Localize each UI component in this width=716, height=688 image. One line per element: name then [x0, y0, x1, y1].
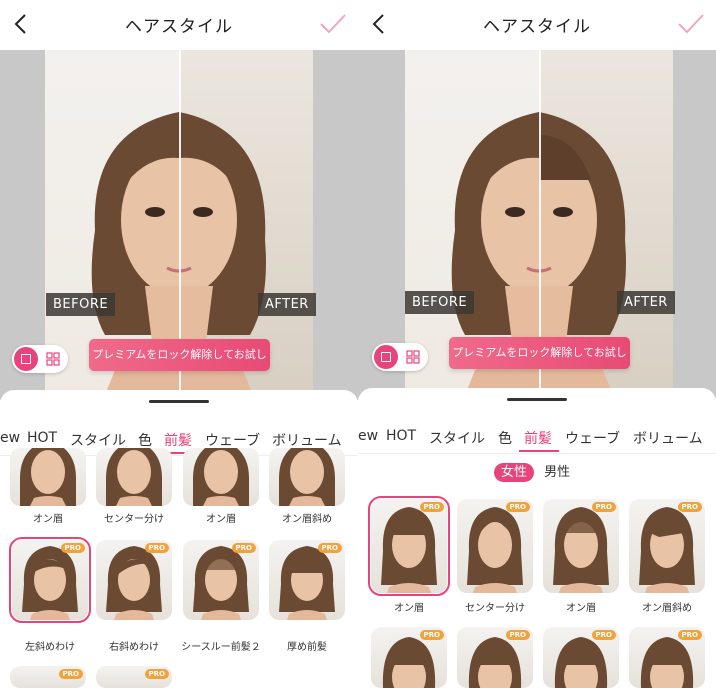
style-thumbnail[interactable]: PRO	[183, 540, 259, 620]
pro-badge: PRO	[144, 669, 169, 679]
style-thumbnail[interactable]	[269, 448, 345, 506]
pro-badge: PRO	[144, 543, 169, 553]
single-view-icon[interactable]	[14, 347, 38, 371]
style-thumbnail[interactable]: PRO	[543, 627, 619, 688]
pro-badge: PRO	[505, 502, 530, 512]
style-thumbnail-selected[interactable]: PRO	[368, 496, 450, 596]
grid-view-icon[interactable]	[46, 352, 60, 366]
style-label: 右斜めわけ	[109, 642, 159, 653]
style-thumbnail[interactable]: PRO	[457, 499, 533, 593]
after-label: AFTER	[617, 291, 675, 314]
pro-badge: PRO	[677, 502, 702, 512]
style-thumbnail[interactable]: PRO	[543, 499, 619, 593]
tab-wave[interactable]: ウェーブ	[565, 428, 620, 448]
style-label: 厚め前髪	[287, 642, 327, 653]
style-thumbnail[interactable]	[96, 448, 172, 506]
pro-badge: PRO	[591, 630, 616, 640]
preview-photo: BEFORE AFTER プレミアムをロック解除してお試し	[0, 50, 358, 400]
style-label: 左斜めわけ	[25, 642, 75, 653]
header: ヘアスタイル	[0, 0, 358, 48]
gender-female-chip[interactable]: 女性	[494, 463, 535, 482]
after-label: AFTER	[258, 293, 316, 316]
tab-bangs[interactable]: 前髪	[524, 428, 552, 448]
tab-style[interactable]: スタイル	[70, 430, 126, 450]
gender-filter: 女性 男性	[494, 461, 570, 482]
checkmark-icon[interactable]	[676, 12, 706, 36]
before-label: BEFORE	[46, 293, 116, 316]
tab-style[interactable]: スタイル	[429, 428, 485, 448]
tab-wave[interactable]: ウェーブ	[205, 430, 260, 450]
style-label: オン眉斜め	[642, 603, 692, 614]
grid-view-icon[interactable]	[406, 350, 420, 364]
style-label: オン眉	[394, 603, 424, 614]
tab-color[interactable]: 色	[498, 428, 512, 448]
style-label: シースルー前髪２	[181, 642, 261, 653]
tab-new[interactable]: ew	[0, 430, 20, 446]
active-tab-indicator	[519, 450, 559, 452]
tab-color[interactable]: 色	[138, 430, 152, 450]
preview-photo: BEFORE AFTER プレミアムをロック解除してお試し	[358, 50, 716, 400]
tab-hot[interactable]: HOT	[27, 430, 57, 446]
drag-handle[interactable]	[507, 398, 567, 401]
header: ヘアスタイル	[358, 0, 716, 48]
unlock-premium-button[interactable]: プレミアムをロック解除してお試し	[449, 337, 630, 369]
pro-badge: PRO	[505, 630, 530, 640]
style-thumbnail[interactable]: PRO	[457, 627, 533, 688]
right-screen: ヘアスタイル BEFORE AFTER プレミアムをロック解除してお試し ew	[358, 0, 716, 688]
style-thumbnail[interactable]: PRO	[629, 499, 705, 593]
style-label: オン眉斜め	[282, 514, 332, 525]
pro-badge: PRO	[419, 502, 444, 512]
tab-volume[interactable]: ボリューム	[272, 430, 342, 450]
drag-handle[interactable]	[149, 400, 209, 403]
style-thumbnail[interactable]: PRO	[10, 666, 86, 688]
tab-volume[interactable]: ボリューム	[633, 428, 703, 448]
before-label: BEFORE	[405, 291, 475, 314]
page-title: ヘアスタイル	[483, 17, 591, 37]
pro-badge: PRO	[231, 543, 256, 553]
pro-badge: PRO	[317, 543, 342, 553]
pro-badge: PRO	[677, 630, 702, 640]
pro-badge: PRO	[419, 630, 444, 640]
style-label: オン眉	[566, 603, 596, 614]
style-label: センター分け	[104, 514, 164, 525]
tab-bangs[interactable]: 前髪	[164, 430, 192, 450]
view-mode-toggle[interactable]	[372, 343, 428, 371]
page-title: ヘアスタイル	[125, 17, 233, 37]
style-sheet: ew HOT スタイル 色 前髪 ウェーブ ボリューム 女性 男性 PRO PR…	[358, 388, 716, 688]
style-thumbnail[interactable]: PRO	[96, 540, 172, 620]
pro-badge: PRO	[591, 502, 616, 512]
tab-hot[interactable]: HOT	[386, 428, 416, 444]
style-label: オン眉	[33, 514, 63, 525]
style-thumbnail-selected[interactable]: PRO	[9, 537, 91, 623]
pro-badge: PRO	[58, 669, 83, 679]
style-label: センター分け	[465, 603, 525, 614]
gender-male-chip[interactable]: 男性	[544, 465, 570, 480]
left-screen: ヘアスタイル BEFORE AFTER プレミアムをロック解除してお試し ew …	[0, 0, 358, 688]
checkmark-icon[interactable]	[318, 12, 348, 36]
style-thumbnail[interactable]	[10, 448, 86, 506]
style-sheet: ew HOT スタイル 色 前髪 ウェーブ ボリューム オン眉 センター分け オ…	[0, 390, 358, 688]
view-mode-toggle[interactable]	[12, 345, 68, 373]
style-thumbnail[interactable]: PRO	[629, 627, 705, 688]
unlock-premium-button[interactable]: プレミアムをロック解除してお試し	[89, 339, 270, 371]
single-view-icon[interactable]	[374, 345, 398, 369]
style-thumbnail[interactable]	[183, 448, 259, 506]
tab-new[interactable]: ew	[358, 428, 378, 444]
style-label: オン眉	[206, 514, 236, 525]
pro-badge: PRO	[60, 543, 85, 553]
style-thumbnail[interactable]: PRO	[371, 627, 447, 688]
style-thumbnail[interactable]: PRO	[96, 666, 172, 688]
style-thumbnail[interactable]: PRO	[269, 540, 345, 620]
